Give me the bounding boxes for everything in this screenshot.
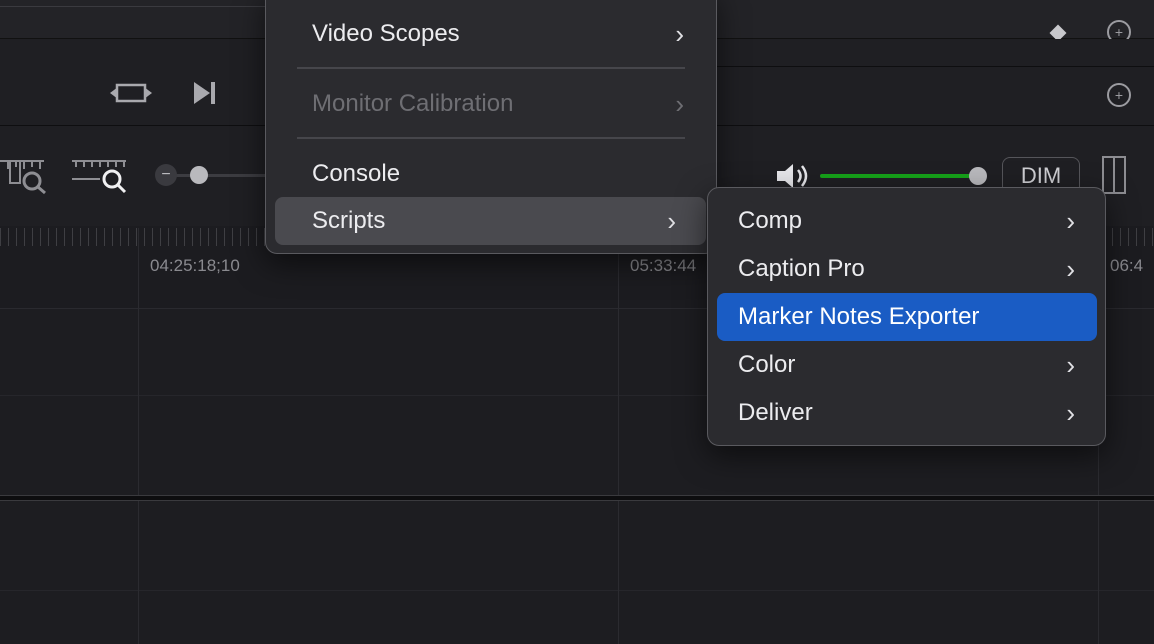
track-divider [0,590,1154,591]
menu-item-label: Scripts [312,207,386,234]
menu-item-scripts[interactable]: Scripts › [275,197,706,245]
submenu-item-deliver[interactable]: Deliver › [717,389,1097,437]
scripts-submenu: Comp › Caption Pro › Marker Notes Export… [707,187,1106,446]
reset-icon[interactable]: + [1107,83,1131,107]
zoom-detail-icon[interactable] [70,155,130,195]
timeline-gridline [138,503,139,644]
chevron-right-icon: › [675,89,684,119]
divider [0,6,265,7]
menu-item-label: Video Scopes [312,20,460,47]
menu-item-label: Deliver [738,399,813,426]
menu-item-label: Monitor Calibration [312,90,514,117]
split-view-icon[interactable] [1102,156,1126,194]
audio-track-area[interactable] [0,503,1154,644]
chevron-right-icon: › [1066,398,1075,428]
zoom-out-button[interactable]: − [155,164,177,186]
menu-item-monitor-calibration: Monitor Calibration › [300,80,690,128]
submenu-item-caption-pro[interactable]: Caption Pro › [717,245,1097,293]
menu-item-label: Marker Notes Exporter [738,303,980,330]
menu-item-label: Caption Pro [738,255,865,282]
timeline-gridline [1098,503,1099,644]
chevron-right-icon: › [1066,206,1075,236]
timeline-gridline [138,309,139,495]
chevron-right-icon: › [1066,254,1075,284]
submenu-item-color[interactable]: Color › [717,341,1097,389]
next-frame-icon[interactable] [192,80,218,106]
timecode-label: 06:4 [1110,256,1144,275]
loop-icon[interactable] [110,80,152,106]
volume-slider-track[interactable] [820,174,980,178]
menu-item-label: Comp [738,207,803,234]
zoom-fit-icon[interactable] [0,155,50,195]
chevron-right-icon: › [667,206,676,236]
submenu-item-marker-notes-exporter[interactable]: Marker Notes Exporter [717,293,1097,341]
menu-item-label: Color [738,351,796,378]
menu-separator [297,67,685,69]
track-separator[interactable] [0,495,1154,501]
menu-item-console[interactable]: Console [300,150,690,198]
submenu-item-comp[interactable]: Comp › [717,197,1097,245]
zoom-slider-handle[interactable] [190,166,208,184]
menu-item-video-scopes[interactable]: Video Scopes › [300,10,690,58]
chevron-right-icon: › [675,19,684,49]
menu-separator [297,137,685,139]
timecode-label: 04:25:18;10 [150,256,240,275]
menu-item-label: Console [312,160,401,187]
timeline-gridline [618,503,619,644]
chevron-right-icon: › [1066,350,1075,380]
timeline-gridline [618,309,619,495]
speaker-icon[interactable] [775,162,813,190]
volume-slider-handle[interactable] [969,167,987,185]
timecode-label: 05:33:44 [630,256,697,275]
divider [715,66,1154,67]
workspace-menu: Video Scopes › Monitor Calibration › Con… [265,0,717,254]
